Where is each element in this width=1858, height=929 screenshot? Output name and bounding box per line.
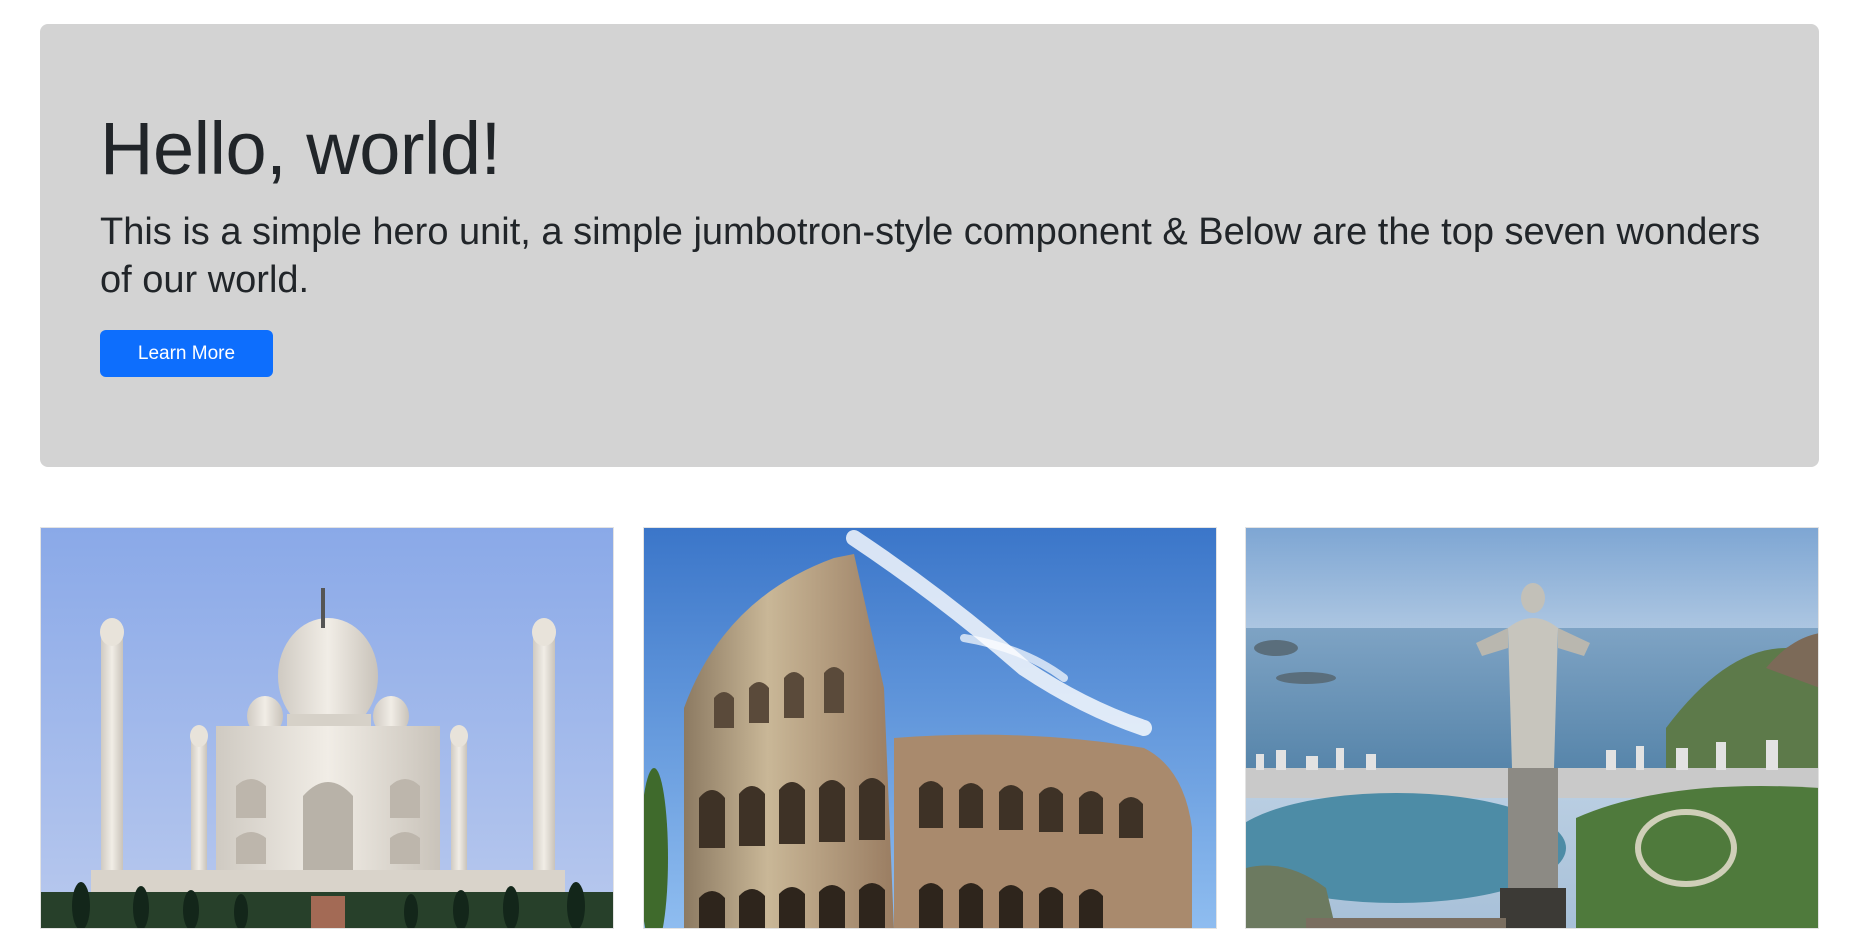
hero-lead-text: This is a simple hero unit, a simple jum… bbox=[100, 211, 1761, 301]
jumbotron: Hello, world! This is a simple hero unit… bbox=[40, 24, 1819, 467]
hero-title: Hello, world! bbox=[100, 107, 501, 190]
wonders-gallery bbox=[40, 527, 1820, 929]
colosseum-image bbox=[644, 528, 1216, 928]
taj-mahal-image bbox=[41, 528, 613, 928]
christ-the-redeemer-image bbox=[1246, 528, 1818, 928]
card-christ-the-redeemer[interactable] bbox=[1245, 527, 1819, 929]
card-taj-mahal[interactable] bbox=[40, 527, 614, 929]
learn-more-button[interactable]: Learn More bbox=[100, 330, 273, 377]
card-colosseum[interactable] bbox=[643, 527, 1217, 929]
